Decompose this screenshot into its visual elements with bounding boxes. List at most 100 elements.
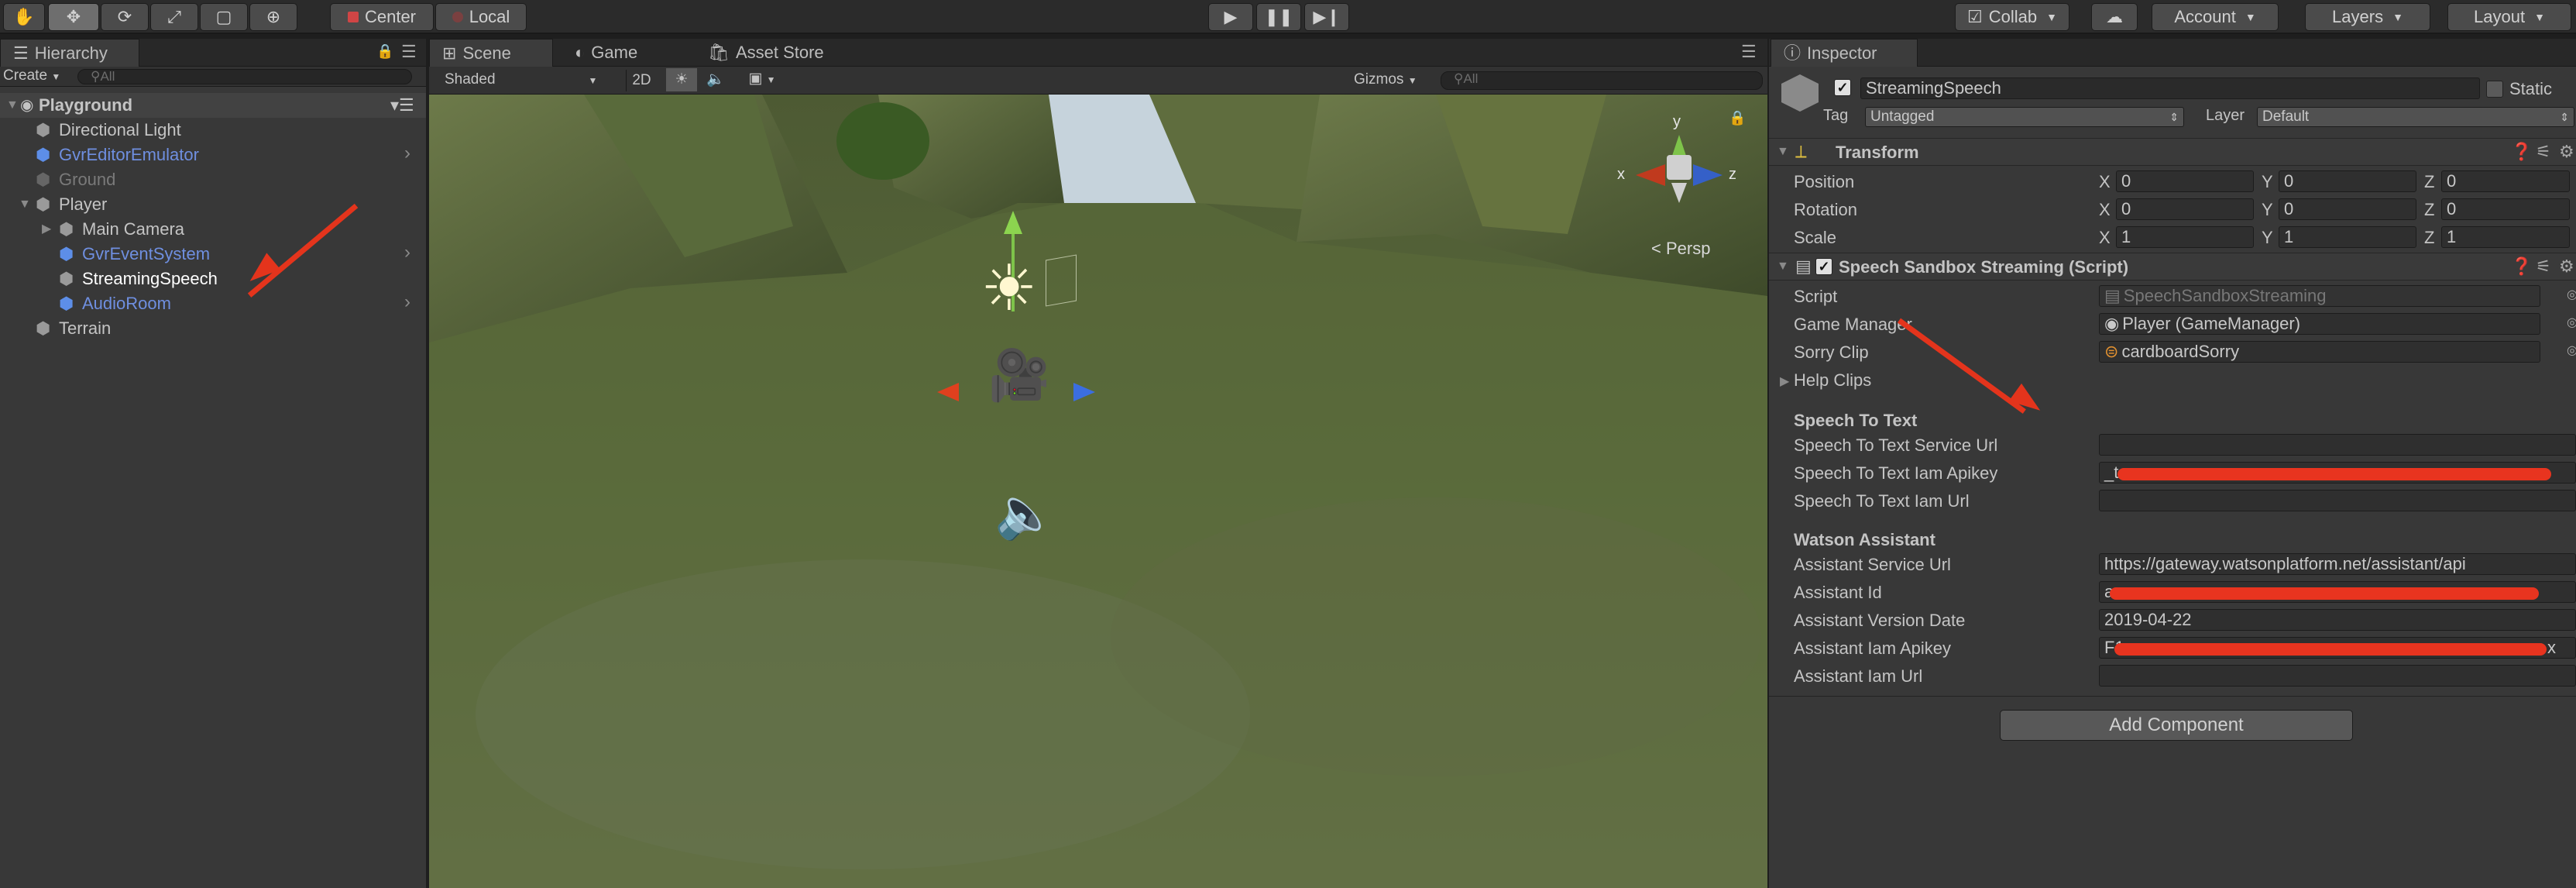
object-name-input[interactable]: StreamingSpeech: [1860, 77, 2480, 99]
x-arrow-icon[interactable]: [937, 383, 959, 401]
collapse-arrow-icon[interactable]: ▼: [19, 192, 31, 217]
gizmos-dropdown[interactable]: Gizmos ▼: [1354, 71, 1417, 88]
step-button[interactable]: ▶❙: [1304, 3, 1349, 31]
add-component-button[interactable]: Add Component: [2000, 710, 2353, 741]
transform-x-input[interactable]: 0: [2116, 170, 2254, 192]
account-dropdown[interactable]: Account ▼: [2152, 3, 2279, 31]
effects-dropdown[interactable]: ▣ ▼: [739, 70, 785, 88]
collapse-arrow-icon[interactable]: ▼: [1777, 145, 1789, 159]
gizmo-x-cone[interactable]: [1636, 164, 1665, 186]
cloud-button[interactable]: ☁: [2091, 3, 2138, 31]
hierarchy-item[interactable]: ⬢ StreamingSpeech: [0, 267, 426, 291]
chevron-right-icon[interactable]: ›: [404, 290, 410, 315]
transform-tool-button[interactable]: ⊕: [249, 3, 297, 31]
gizmo-z-cone[interactable]: [1693, 164, 1722, 186]
tab-hierarchy[interactable]: ☰ Hierarchy: [0, 39, 139, 67]
scene-root-row[interactable]: ▼ ◉ Playground ▾☰: [0, 93, 426, 118]
collapse-arrow-icon[interactable]: ▼: [1777, 260, 1789, 274]
script-component-header[interactable]: ▼ ▤ ✓ Speech Sandbox Streaming (Script) …: [1769, 253, 2576, 281]
help-clips-label[interactable]: Help Clips: [1794, 370, 1871, 391]
hierarchy-item[interactable]: ⬢ Ground: [0, 167, 426, 192]
hand-tool-button[interactable]: ✋: [3, 3, 45, 31]
gear-icon[interactable]: ⚙: [2559, 142, 2574, 162]
move-tool-button[interactable]: ✥: [48, 3, 99, 31]
help-icon[interactable]: ❓: [2511, 142, 2532, 162]
static-checkbox[interactable]: [2486, 81, 2503, 98]
preset-icon[interactable]: ⚟: [2536, 142, 2551, 162]
hierarchy-item[interactable]: ⬢ GvrEditorEmulator ›: [0, 143, 426, 167]
rect-tool-button[interactable]: ▢: [200, 3, 248, 31]
transform-header[interactable]: ▼ ⟂ Transform ❓ ⚟ ⚙: [1769, 138, 2576, 166]
game-manager-field[interactable]: ◉ Player (GameManager): [2099, 313, 2540, 335]
camera-icon[interactable]: 🎥: [988, 350, 1050, 400]
tab-asset-store[interactable]: 🛍 Asset Store: [696, 39, 836, 67]
panel-menu-icon[interactable]: ☰: [401, 42, 417, 62]
hierarchy-item[interactable]: ⬢ Directional Light: [0, 118, 426, 143]
tag-dropdown[interactable]: Untagged ⇕: [1865, 107, 2184, 127]
expand-arrow-icon[interactable]: ▼: [6, 93, 19, 118]
scene-menu-icon[interactable]: ▾☰: [390, 93, 414, 118]
hierarchy-item[interactable]: ▼ ⬢ Player: [0, 192, 426, 217]
rotate-tool-button[interactable]: ⟳: [101, 3, 149, 31]
expand-arrow-icon[interactable]: ▶: [1780, 373, 1789, 389]
hierarchy-search-input[interactable]: ⚲All: [77, 69, 412, 84]
pivot-center-button[interactable]: Center: [330, 3, 434, 31]
lock-icon[interactable]: 🔒: [376, 43, 393, 60]
layers-dropdown[interactable]: Layers ▼: [2305, 3, 2430, 31]
stt-iam-url-input[interactable]: [2099, 490, 2576, 511]
assistant-iam-url-input[interactable]: [2099, 665, 2576, 687]
gear-icon[interactable]: ⚙: [2559, 256, 2574, 277]
hierarchy-item[interactable]: ▶ ⬢ Main Camera: [0, 217, 426, 242]
tab-game[interactable]: ◐ Game: [562, 39, 650, 67]
expand-arrow-icon[interactable]: ▶: [42, 217, 51, 242]
persp-toggle[interactable]: < Persp: [1651, 239, 1710, 259]
object-picker-icon[interactable]: ◎: [2567, 315, 2576, 330]
transform-z-input[interactable]: 0: [2441, 198, 2570, 220]
transform-x-input[interactable]: 1: [2116, 226, 2254, 248]
gizmo-center-cube[interactable]: [1667, 155, 1692, 180]
scene-search-input[interactable]: ⚲All: [1441, 71, 1763, 90]
transform-y-input[interactable]: 0: [2279, 170, 2416, 192]
preset-icon[interactable]: ⚟: [2536, 256, 2551, 277]
audio-source-icon[interactable]: 🔈: [994, 488, 1056, 538]
audio-toggle[interactable]: 🔈: [700, 70, 731, 88]
assistant-version-date-input[interactable]: 2019-04-22: [2099, 609, 2576, 631]
gizmo-neg-y-cone[interactable]: [1671, 183, 1687, 203]
layer-dropdown[interactable]: Default ⇕: [2257, 107, 2574, 127]
orientation-gizmo[interactable]: y x z: [1609, 110, 1741, 219]
pause-button[interactable]: ❚❚: [1256, 3, 1301, 31]
help-icon[interactable]: ❓: [2511, 256, 2532, 277]
hierarchy-item[interactable]: ⬢ GvrEventSystem ›: [0, 242, 426, 267]
transform-y-input[interactable]: 1: [2279, 226, 2416, 248]
assistant-service-url-input[interactable]: https://gateway.watsonplatform.net/assis…: [2099, 553, 2576, 575]
object-picker-icon[interactable]: ◎: [2567, 287, 2576, 302]
tab-scene[interactable]: ⊞ Scene: [429, 39, 553, 67]
scale-tool-button[interactable]: ⤢: [150, 3, 198, 31]
scene-view[interactable]: ☀ 🎥 🔈 y x z 🔒 < Persp: [429, 95, 1767, 888]
tab-inspector[interactable]: ⓘ Inspector: [1771, 39, 1918, 67]
transform-x-input[interactable]: 0: [2116, 198, 2254, 220]
z-arrow-icon[interactable]: [1073, 383, 1095, 401]
active-checkbox[interactable]: ✓: [1834, 79, 1851, 96]
transform-z-input[interactable]: 1: [2441, 226, 2570, 248]
stt-service-url-input[interactable]: [2099, 434, 2576, 456]
play-button[interactable]: ▶: [1208, 3, 1253, 31]
hierarchy-item[interactable]: ⬢ Terrain: [0, 316, 426, 341]
mode-2d-toggle[interactable]: 2D: [626, 70, 657, 91]
object-picker-icon[interactable]: ◎: [2567, 342, 2576, 358]
layout-dropdown[interactable]: Layout ▼: [2447, 3, 2571, 31]
sorry-clip-field[interactable]: ⊜ cardboardSorry: [2099, 341, 2540, 363]
create-dropdown[interactable]: Create ▼: [3, 67, 60, 84]
shading-dropdown[interactable]: Shaded ▼: [445, 71, 597, 88]
panel-menu-icon[interactable]: ☰: [1741, 42, 1757, 62]
gizmo-lock-icon[interactable]: 🔒: [1729, 110, 1746, 126]
directional-light-icon[interactable]: ☀: [981, 257, 1038, 321]
chevron-right-icon[interactable]: ›: [404, 141, 410, 166]
collab-dropdown[interactable]: ☑ Collab ▼: [1955, 3, 2069, 31]
lighting-toggle[interactable]: ☀: [666, 68, 697, 91]
transform-y-input[interactable]: 0: [2279, 198, 2416, 220]
pivot-space-button[interactable]: Local: [435, 3, 527, 31]
script-enabled-checkbox[interactable]: ✓: [1815, 258, 1832, 275]
hierarchy-item[interactable]: ⬢ AudioRoom ›: [0, 291, 426, 316]
transform-z-input[interactable]: 0: [2441, 170, 2570, 192]
